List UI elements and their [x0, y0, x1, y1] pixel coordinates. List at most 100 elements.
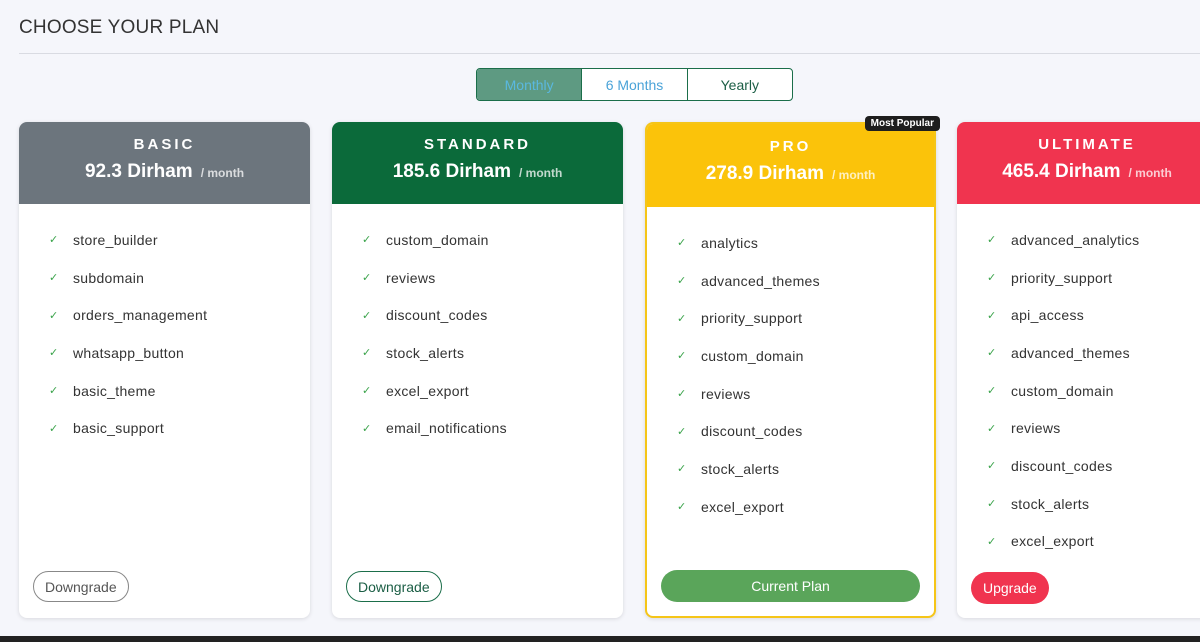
plan-period: / month — [1128, 166, 1172, 180]
check-icon: ✓ — [677, 425, 687, 438]
plan-header: PRO 278.9 Dirham / month — [647, 124, 934, 207]
feature-label: reviews — [1011, 420, 1061, 437]
feature-list: ✓ store_builder ✓ subdomain ✓ orders_manage… — [19, 204, 310, 447]
list-item: ✓ advanced_themes — [987, 334, 1200, 372]
list-item: ✓ discount_codes — [677, 412, 934, 450]
plan-period: / month — [200, 166, 245, 180]
plan-price: 185.6 Dirham — [392, 161, 511, 182]
list-item: ✓ custom_domain — [987, 372, 1200, 410]
plan-period: / month — [518, 166, 563, 180]
feature-label: discount_codes — [701, 423, 803, 440]
list-item: ✓ reviews — [362, 259, 623, 297]
check-icon: ✓ — [49, 385, 59, 398]
plan-price: 465.4 Dirham — [1002, 161, 1121, 182]
check-icon: ✓ — [49, 234, 59, 247]
check-icon: ✓ — [362, 347, 372, 360]
feature-label: stock_alerts — [386, 344, 465, 361]
tab-monthly[interactable]: Monthly — [477, 69, 583, 100]
list-item: ✓ whatsapp_button — [49, 334, 310, 372]
list-item: ✓ discount_codes — [987, 447, 1200, 485]
feature-label: priority_support — [1011, 269, 1113, 286]
current-plan-button[interactable]: Current Plan — [661, 570, 920, 602]
feature-label: discount_codes — [386, 307, 488, 324]
feature-label: excel_export — [701, 498, 784, 515]
feature-label: advanced_themes — [701, 272, 820, 289]
check-icon: ✓ — [677, 350, 687, 363]
feature-list: ✓ advanced_analytics ✓ priority_support ✓ a… — [957, 204, 1200, 560]
plan-header: STANDARD 185.6 Dirham / month — [332, 122, 623, 204]
feature-label: excel_export — [386, 382, 469, 399]
check-icon: ✓ — [987, 234, 997, 247]
check-icon: ✓ — [362, 309, 372, 322]
check-icon: ✓ — [49, 272, 59, 285]
feature-label: stock_alerts — [1011, 495, 1090, 512]
check-icon: ✓ — [987, 422, 997, 435]
downgrade-button[interactable]: Downgrade — [33, 571, 129, 602]
downgrade-button[interactable]: Downgrade — [346, 571, 442, 602]
check-icon: ✓ — [677, 275, 687, 288]
list-item: ✓ orders_management — [49, 296, 310, 334]
bottom-strip — [0, 636, 1200, 642]
feature-label: excel_export — [1011, 533, 1094, 550]
list-item: ✓ api_access — [987, 296, 1200, 334]
page-title: CHOOSE YOUR PLAN — [19, 17, 220, 38]
list-item: ✓ stock_alerts — [677, 450, 934, 488]
feature-label: custom_domain — [386, 231, 489, 248]
list-item: ✓ reviews — [987, 409, 1200, 447]
check-icon: ✓ — [362, 234, 372, 247]
check-icon: ✓ — [987, 347, 997, 360]
list-item: ✓ basic_support — [49, 409, 310, 447]
tab-6-months[interactable]: 6 Months — [582, 69, 688, 100]
check-icon: ✓ — [677, 312, 687, 325]
feature-label: reviews — [701, 385, 751, 402]
feature-label: discount_codes — [1011, 457, 1113, 474]
plan-period: / month — [831, 168, 876, 182]
plan-price: 92.3 Dirham — [84, 161, 193, 182]
plan-card-basic: BASIC 92.3 Dirham / month ✓ store_builder … — [19, 122, 310, 618]
plan-price: 278.9 Dirham — [705, 163, 824, 184]
tab-yearly[interactable]: Yearly — [688, 69, 792, 100]
check-icon: ✓ — [49, 309, 59, 322]
plan-name: STANDARD — [423, 136, 532, 153]
list-item: ✓ excel_export — [677, 488, 934, 526]
list-item: ✓ excel_export — [987, 523, 1200, 561]
feature-label: advanced_analytics — [1011, 231, 1140, 248]
list-item: ✓ stock_alerts — [362, 334, 623, 372]
list-item: ✓ store_builder — [49, 221, 310, 259]
list-item: ✓ analytics — [677, 224, 934, 262]
feature-list: ✓ analytics ✓ advanced_themes ✓ priority_su… — [647, 207, 934, 526]
feature-list: ✓ custom_domain ✓ reviews ✓ discount_codes … — [332, 204, 623, 447]
check-icon: ✓ — [987, 385, 997, 398]
check-icon: ✓ — [677, 463, 687, 476]
feature-label: reviews — [386, 269, 436, 286]
feature-label: custom_domain — [701, 347, 804, 364]
feature-label: api_access — [1011, 307, 1085, 324]
plan-header: BASIC 92.3 Dirham / month — [19, 122, 310, 204]
feature-label: orders_management — [73, 307, 208, 324]
most-popular-badge: Most Popular — [864, 116, 940, 131]
list-item: ✓ discount_codes — [362, 296, 623, 334]
check-icon: ✓ — [362, 272, 372, 285]
list-item: ✓ advanced_themes — [677, 262, 934, 300]
list-item: ✓ custom_domain — [362, 221, 623, 259]
list-item: ✓ custom_domain — [677, 337, 934, 375]
check-icon: ✓ — [987, 535, 997, 548]
feature-label: whatsapp_button — [73, 344, 185, 361]
feature-label: basic_support — [73, 420, 165, 437]
feature-label: stock_alerts — [701, 460, 780, 477]
plan-header: ULTIMATE 465.4 Dirham / month — [957, 122, 1200, 204]
title-divider — [19, 53, 1200, 54]
feature-label: priority_support — [701, 310, 803, 327]
upgrade-button[interactable]: Upgrade — [971, 572, 1049, 604]
list-item: ✓ excel_export — [362, 372, 623, 410]
list-item: ✓ email_notifications — [362, 409, 623, 447]
check-icon: ✓ — [987, 309, 997, 322]
list-item: ✓ subdomain — [49, 259, 310, 297]
feature-label: email_notifications — [386, 420, 507, 437]
plan-card-pro: Most Popular PRO 278.9 Dirham / month ✓ an… — [645, 116, 940, 618]
billing-toggle: Monthly 6 Months Yearly — [476, 68, 793, 101]
feature-label: basic_theme — [73, 382, 156, 399]
check-icon: ✓ — [49, 347, 59, 360]
list-item: ✓ priority_support — [987, 259, 1200, 297]
plan-name: ULTIMATE — [1038, 136, 1136, 153]
